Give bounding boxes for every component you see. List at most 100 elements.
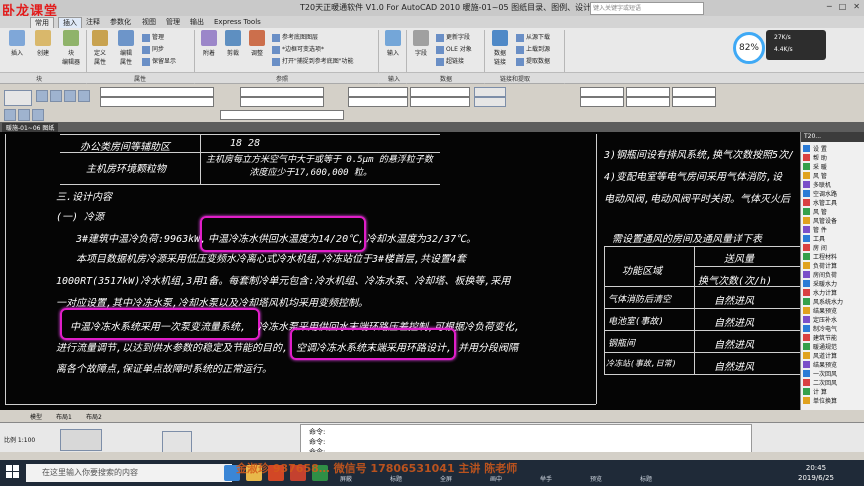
attr-manage[interactable]: 管理 [142,32,164,42]
attr-retain-display[interactable]: 保留显示 [142,56,176,66]
palette-item[interactable]: 风 管 [813,207,827,216]
palette-item[interactable]: 风道计算 [813,351,837,360]
underlay-layers[interactable]: 参考底图图层 [272,32,318,42]
layer-dropdown[interactable] [240,87,324,97]
palette-item[interactable]: 多联机 [813,180,831,189]
linetype-dropdown[interactable] [410,97,470,107]
tool-icon[interactable] [18,109,30,121]
palette-item[interactable]: 结果预览 [813,306,837,315]
palette-item[interactable]: 计 算 [813,387,827,396]
palette-item[interactable]: 单位换算 [813,396,837,405]
frame-variable[interactable]: *边框可变选项* [272,44,324,54]
windows-start-icon[interactable] [6,465,20,479]
tool-icon[interactable] [50,90,62,102]
edit-attribute-button[interactable]: 编辑 属性 [114,30,138,66]
tab-layout2[interactable]: 布局2 [86,412,102,421]
extract-data[interactable]: 提取数据 [516,56,550,66]
layout-icon[interactable] [162,431,192,453]
palette-item[interactable]: 风 管 [813,171,827,180]
palette-item[interactable]: 采 暖 [813,162,827,171]
import-button[interactable]: 输入 [382,30,404,57]
unit-dropdown[interactable] [580,87,624,97]
palette-item[interactable]: 空调水路 [813,189,837,198]
palette-item[interactable]: 工具 [813,234,825,243]
palette-item[interactable]: 管 件 [813,225,827,234]
define-attribute-button[interactable]: 定义 属性 [88,30,112,66]
palette-item[interactable]: 设 置 [813,144,827,153]
tool-icon[interactable] [474,87,506,97]
layer-dropdown[interactable] [240,97,324,107]
tool-icon[interactable] [32,109,44,121]
palette-item[interactable]: 制冷电气 [813,324,837,333]
player-control-item[interactable]: 举手 [540,474,552,483]
tool-icon[interactable] [474,97,506,107]
style-dropdown[interactable] [100,87,214,97]
style-dropdown[interactable] [100,97,214,107]
tab-model[interactable]: 模型 [30,412,42,421]
tool-icon[interactable] [36,90,48,102]
tab-view[interactable]: 视图 [138,17,160,27]
unit-dropdown[interactable] [672,87,716,97]
hyperlink[interactable]: 超链接 [436,56,464,66]
palette-item[interactable]: 负荷计算 [813,261,837,270]
palette-item[interactable]: 定压补水 [813,315,837,324]
palette-item[interactable]: 二次回风 [813,378,837,387]
insert-button[interactable]: 插入 [6,30,28,57]
drawing-canvas[interactable]: 办公类房间等辅助区 18 28 主机房环境颗粒物 主机房每立方米空气中大于或等于… [0,132,800,410]
tab-output[interactable]: 输出 [186,17,208,27]
palette-item[interactable]: 水力计算 [813,288,837,297]
scale-label[interactable]: 比例 1:100 [4,435,35,444]
tab-annotate[interactable]: 注释 [82,17,104,27]
color-dropdown[interactable] [348,97,408,107]
palette-item[interactable]: 建筑节能 [813,333,837,342]
tool-icon[interactable] [4,109,16,121]
create-block-button[interactable]: 创建 [32,30,54,57]
block-editor-button[interactable]: 块 编辑器 [58,30,84,66]
unit-dropdown[interactable] [626,97,670,107]
tab-insert[interactable]: 插入 [58,17,82,28]
download-from-source[interactable]: 从源下载 [516,32,550,42]
update-fields[interactable]: 更新字段 [436,32,470,42]
attr-sync[interactable]: 同步 [142,44,164,54]
linetype-dropdown[interactable] [410,87,470,97]
unit-dropdown[interactable] [626,87,670,97]
palette-item[interactable]: 采暖水力 [813,279,837,288]
player-control-item[interactable]: 标题 [640,474,652,483]
tab-manage[interactable]: 管理 [162,17,184,27]
tool-icon[interactable] [78,90,90,102]
data-link-button[interactable]: 数据 链接 [488,30,512,66]
palette-item[interactable]: 房 间 [813,243,827,252]
tool-icon[interactable] [60,429,102,451]
player-control-item[interactable]: 预览 [590,474,602,483]
ole-object[interactable]: OLE 对象 [436,44,472,54]
player-control-item[interactable]: 屏蔽 [340,474,352,483]
tab-express-tools[interactable]: Express Tools [210,17,265,27]
layer-state-dropdown[interactable] [220,110,344,120]
palette-item[interactable]: 帮 助 [813,153,827,162]
tab-parametric[interactable]: 参数化 [106,17,135,27]
unit-dropdown[interactable] [580,97,624,107]
adjust-button[interactable]: 调整 [246,30,268,57]
unit-dropdown[interactable] [672,97,716,107]
maximize-icon[interactable]: □ [839,2,847,11]
taskbar-search-input[interactable]: 在这里输入你要搜索的内容 [26,464,232,482]
palette-item[interactable]: 风管设备 [813,216,837,225]
document-tab[interactable]: 暖施-01~06 图纸 [2,123,59,132]
snap-underlay[interactable]: 打开"捕捉到参考底图"功能 [272,56,354,66]
palette-item[interactable]: 风系统水力 [813,297,843,306]
palette-item[interactable]: 房间负荷 [813,270,837,279]
palette-item[interactable]: 工程材料 [813,252,837,261]
close-icon[interactable]: ✕ [853,2,860,11]
player-control-item[interactable]: 标题 [390,474,402,483]
taskbar-clock[interactable]: 20:45 2019/6/25 [798,463,834,483]
color-dropdown[interactable] [348,87,408,97]
palette-item[interactable]: 暖通规范 [813,342,837,351]
clip-button[interactable]: 剪裁 [222,30,244,57]
tab-layout1[interactable]: 布局1 [56,412,72,421]
minimize-icon[interactable]: ─ [827,2,832,11]
tool-icon[interactable] [64,90,76,102]
palette-item[interactable]: 一次回风 [813,369,837,378]
palette-item[interactable]: 结果预览 [813,360,837,369]
player-control-item[interactable]: 全屏 [440,474,452,483]
tab-home[interactable]: 常用 [30,17,54,28]
